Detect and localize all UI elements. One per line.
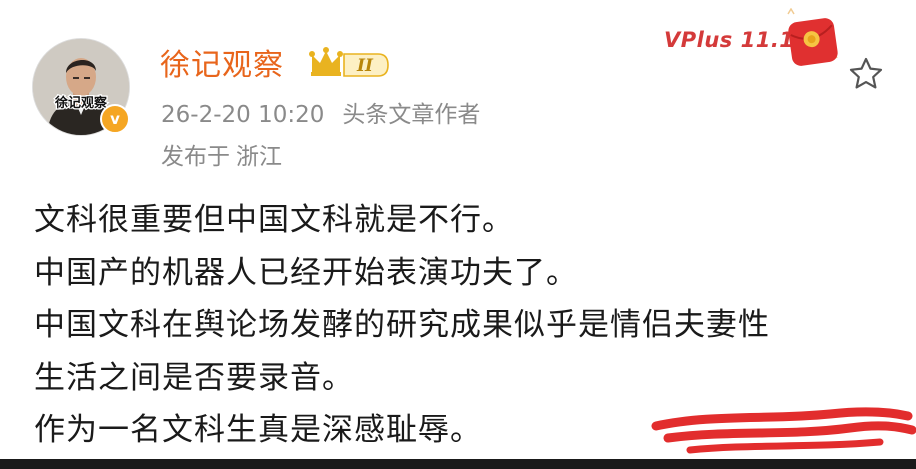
post-location: 发布于 浙江 — [161, 137, 282, 171]
post-meta: 26-2-20 10:20 头条文章作者 — [161, 95, 480, 129]
post-line: 文科很重要但中国文科就是不行。 — [34, 202, 514, 238]
post-timestamp: 26-2-20 10:20 — [161, 102, 325, 128]
post-source: 头条文章作者 — [342, 102, 481, 128]
verified-badge-icon: v — [100, 104, 130, 134]
red-packet-icon[interactable] — [782, 8, 842, 72]
avatar-caption: 徐记观察 — [54, 95, 108, 111]
star-icon[interactable] — [848, 56, 884, 92]
location-value: 浙江 — [236, 144, 282, 170]
post-line: 生活之间是否要录音。 — [34, 359, 354, 396]
post-line: 中国产的机器人已经开始表演功夫了。 — [34, 254, 578, 291]
red-redaction-scribble — [651, 407, 916, 454]
location-prefix: 发布于 — [161, 144, 230, 170]
post-line: 中国文科在舆论场发酵的研究成果似乎是情侣夫妻性 — [34, 307, 770, 343]
level-crown-badge-icon: II — [309, 47, 389, 77]
level-badge-label: II — [356, 56, 374, 76]
bottom-edge-bar — [0, 459, 916, 469]
weibo-post-card: 徐记观察 v 徐记观察 II 26-2-20 10:20 头条文章作者 发布于 浙江… — [0, 0, 916, 469]
author-name[interactable]: 徐记观察 — [160, 40, 284, 84]
